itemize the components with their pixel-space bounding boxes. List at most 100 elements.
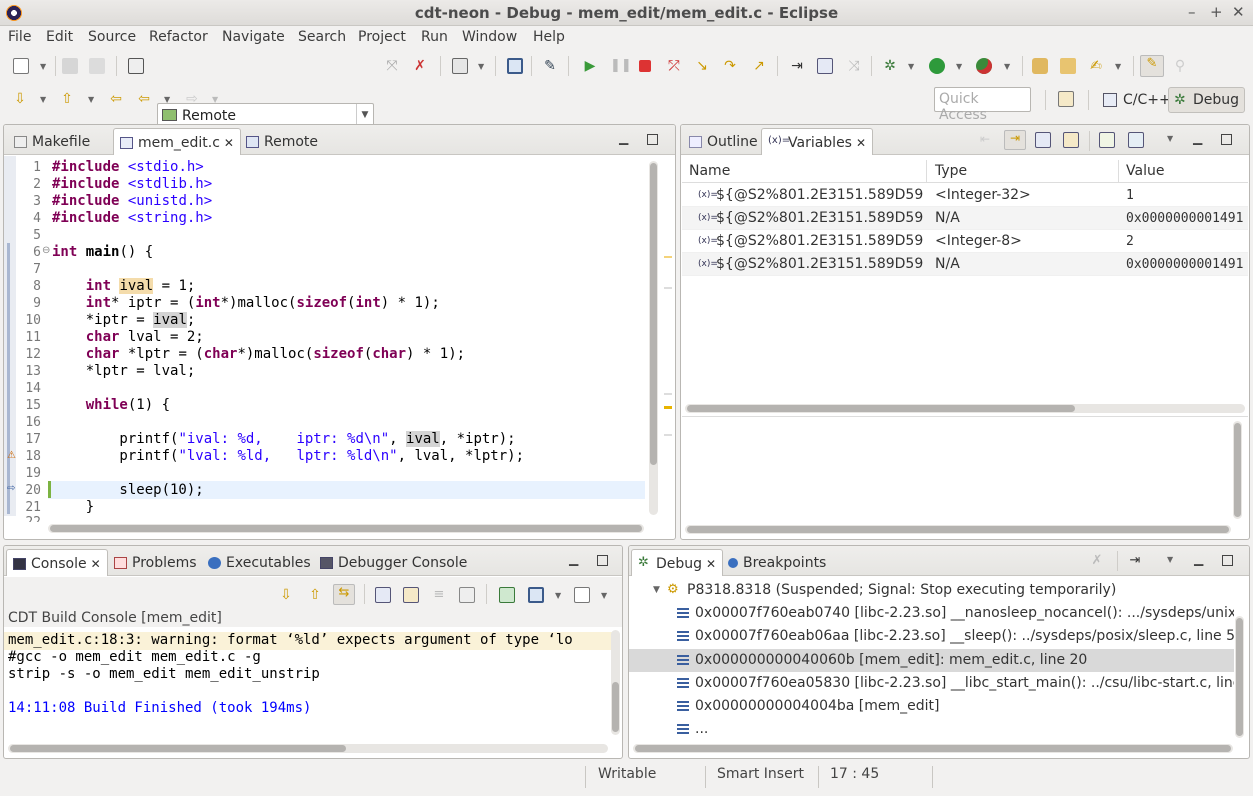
tab-debugger-console[interactable]: Debugger Console bbox=[314, 549, 473, 576]
skip-breakpoints-icon[interactable]: ⤧ bbox=[384, 58, 400, 74]
type-names-icon[interactable]: ⇤ bbox=[977, 132, 993, 148]
tab-problems[interactable]: Problems bbox=[108, 549, 203, 576]
stack-frame[interactable]: 0x00007f760eab06aa [libc-2.23.so] __slee… bbox=[677, 625, 1234, 648]
maximize-button[interactable]: + bbox=[1210, 3, 1223, 21]
minimize-button[interactable]: – bbox=[1188, 3, 1196, 21]
stack-frame[interactable]: 0x000000000040060b [mem_edit]: mem_edit.… bbox=[677, 649, 1087, 672]
close-tab-icon[interactable]: ✕ bbox=[91, 557, 101, 571]
chevron-down-icon[interactable]: ▼ bbox=[653, 585, 660, 595]
save-all-icon[interactable] bbox=[89, 58, 105, 74]
terminal-icon[interactable] bbox=[507, 58, 523, 74]
maximize-view-button[interactable] bbox=[1221, 134, 1232, 145]
suspend-icon[interactable]: ❚❚ bbox=[610, 58, 632, 74]
minimize-view-button[interactable]: ▁ bbox=[619, 131, 628, 145]
step-over-icon[interactable]: ↷ bbox=[722, 58, 738, 74]
variable-row[interactable]: (x)= ${@S2%801.2E3151.589D597C. <Integer… bbox=[682, 230, 1248, 253]
tab-debug[interactable]: ✲ Debug ✕ bbox=[631, 549, 724, 576]
step-return-icon[interactable]: ↗ bbox=[751, 58, 767, 74]
details-vertical-scrollbar[interactable] bbox=[1233, 421, 1242, 519]
menu-navigate[interactable]: Navigate bbox=[222, 29, 285, 45]
layout-icon[interactable]: ⇥ bbox=[1004, 130, 1026, 150]
menu-refactor[interactable]: Refactor bbox=[149, 29, 208, 45]
export-icon[interactable] bbox=[1128, 132, 1144, 148]
perspective-debug-button[interactable]: ✲ Debug bbox=[1168, 87, 1246, 113]
open-perspective-icon[interactable] bbox=[1058, 91, 1074, 107]
code-area[interactable]: #include <stdio.h> #include <stdlib.h> #… bbox=[4, 159, 644, 515]
variable-row[interactable]: (x)= ${@S2%801.2E3151.589D597C. N/A 0x00… bbox=[682, 207, 1248, 230]
scroll-lock-icon[interactable]: ⇆ bbox=[333, 584, 355, 605]
save-icon[interactable] bbox=[62, 58, 78, 74]
view-menu-icon[interactable]: ▼ bbox=[1167, 134, 1173, 143]
new-expression-icon[interactable] bbox=[1099, 132, 1115, 148]
debug-tree[interactable]: ▼ ⚙ P8318.8318 (Suspended; Signal: Stop … bbox=[629, 579, 1234, 739]
scroll-down-icon[interactable]: ⇩ bbox=[278, 587, 294, 603]
menu-file[interactable]: File bbox=[8, 29, 31, 45]
tab-mem-edit-c[interactable]: mem_edit.c ✕ bbox=[113, 128, 241, 155]
quick-access-input[interactable]: Quick Access bbox=[934, 87, 1031, 123]
column-value[interactable]: Value bbox=[1126, 163, 1164, 179]
search-flashlight-icon[interactable]: ✍ bbox=[1088, 58, 1104, 74]
close-window-button[interactable]: ✕ bbox=[1232, 3, 1245, 21]
debug-list-icon[interactable] bbox=[817, 58, 833, 74]
open-console-icon[interactable] bbox=[499, 587, 515, 603]
tab-variables[interactable]: (x)= Variables ✕ bbox=[761, 128, 874, 155]
editor-horizontal-scrollbar[interactable] bbox=[48, 524, 644, 533]
word-wrap-icon[interactable]: ≡ bbox=[431, 587, 447, 603]
console-output[interactable]: mem_edit.c:18:3: warning: format ‘%ld’ e… bbox=[4, 627, 612, 737]
tab-makefile[interactable]: Makefile bbox=[8, 128, 96, 155]
debug-vertical-scrollbar[interactable] bbox=[1235, 616, 1244, 738]
minimize-view-button[interactable]: ▁ bbox=[569, 552, 578, 566]
minimize-view-button[interactable]: ▁ bbox=[1193, 131, 1202, 145]
perspective-cpp-button[interactable]: C/C++ bbox=[1098, 87, 1177, 113]
minimize-view-button[interactable]: ▁ bbox=[1194, 552, 1203, 566]
next-annotation-icon[interactable]: ⇩ bbox=[12, 91, 28, 107]
column-type[interactable]: Type bbox=[935, 163, 967, 179]
stack-frame[interactable]: 0x00007f760eab0740 [libc-2.23.so] __nano… bbox=[677, 602, 1234, 625]
scroll-up-icon[interactable]: ⇧ bbox=[307, 587, 323, 603]
thread-item[interactable]: P8318.8318 (Suspended; Signal: Stop exec… bbox=[687, 579, 1116, 602]
maximize-view-button[interactable] bbox=[597, 555, 608, 566]
new-dropdown-icon[interactable]: ▼ bbox=[40, 62, 46, 71]
back-icon[interactable]: ⇦ bbox=[136, 91, 152, 107]
collapse-all-icon[interactable] bbox=[1035, 132, 1051, 148]
menu-search[interactable]: Search bbox=[298, 29, 346, 45]
pin-icon[interactable]: ⚲ bbox=[1172, 58, 1188, 74]
stack-frame[interactable]: ... bbox=[677, 718, 708, 739]
run-icon[interactable] bbox=[929, 58, 945, 74]
close-tab-icon[interactable]: ✕ bbox=[706, 557, 716, 571]
menu-source[interactable]: Source bbox=[88, 29, 136, 45]
column-name[interactable]: Name bbox=[689, 163, 730, 179]
menu-help[interactable]: Help bbox=[533, 29, 565, 45]
menu-edit[interactable]: Edit bbox=[46, 29, 73, 45]
view-menu-icon[interactable]: ▼ bbox=[1167, 555, 1173, 564]
debug-bug-icon[interactable]: ✲ bbox=[882, 58, 898, 74]
step-into-icon[interactable]: ↘ bbox=[694, 58, 710, 74]
close-tab-icon[interactable]: ✕ bbox=[856, 136, 866, 150]
debug-horizontal-scrollbar[interactable] bbox=[633, 744, 1233, 753]
menu-window[interactable]: Window bbox=[462, 29, 517, 45]
new-console-icon[interactable] bbox=[574, 587, 590, 603]
new-icon[interactable] bbox=[13, 58, 29, 74]
disconnect-icon[interactable]: ⤱ bbox=[666, 58, 682, 74]
instruction-stepping-icon[interactable]: ⇥ bbox=[789, 58, 805, 74]
details-horizontal-scrollbar[interactable] bbox=[685, 525, 1231, 534]
last-edit-icon[interactable]: ⇦ bbox=[108, 91, 124, 107]
tab-console[interactable]: Console ✕ bbox=[6, 549, 108, 576]
clear-console-icon[interactable] bbox=[459, 587, 475, 603]
menu-project[interactable]: Project bbox=[358, 29, 406, 45]
tab-outline[interactable]: Outline bbox=[683, 128, 764, 155]
connect-icon[interactable]: ✎ bbox=[542, 58, 558, 74]
console-horizontal-scrollbar[interactable] bbox=[8, 744, 608, 753]
open-type-icon[interactable] bbox=[1032, 58, 1048, 74]
previous-annotation-icon[interactable]: ⇧ bbox=[59, 91, 75, 107]
maximize-view-button[interactable] bbox=[1222, 555, 1233, 566]
stack-frame[interactable]: 0x00000000004004ba [mem_edit] bbox=[677, 695, 940, 718]
build-icon[interactable] bbox=[452, 58, 468, 74]
pin-console-icon[interactable] bbox=[375, 587, 391, 603]
run-external-tool-icon[interactable] bbox=[976, 58, 992, 74]
maximize-view-button[interactable] bbox=[647, 134, 658, 145]
variable-row[interactable]: (x)= ${@S2%801.2E3151.589D597C. N/A 0x00… bbox=[682, 253, 1248, 276]
variable-row[interactable]: (x)= ${@S2%801.2E3151.589D597C. <Integer… bbox=[682, 184, 1248, 207]
close-tab-icon[interactable]: ✕ bbox=[224, 136, 234, 150]
resume-icon[interactable]: ▶ bbox=[582, 58, 598, 74]
